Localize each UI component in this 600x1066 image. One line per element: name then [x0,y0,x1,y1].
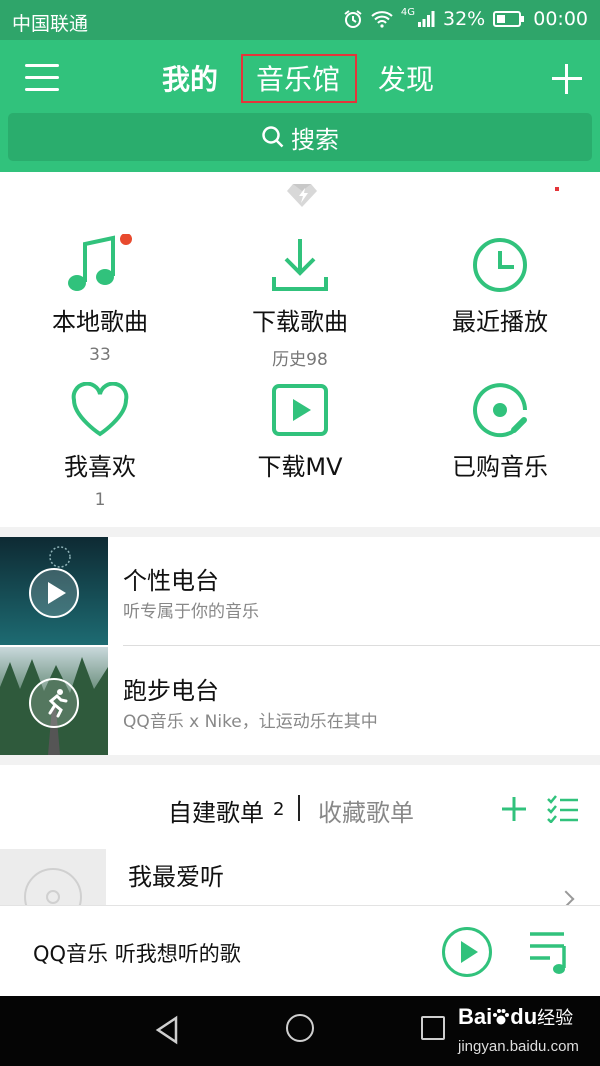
alarm-icon [344,10,362,28]
notification-dot [555,187,559,191]
watermark-brand-2: du [510,1004,538,1029]
purchased-disc-icon [473,383,527,438]
radio-section: 个性电台 听专属于你的音乐 跑步电台 QQ音乐 x Nike，让运动乐在其中 [0,537,600,755]
add-button[interactable] [552,64,582,94]
home-icon[interactable] [286,1014,314,1042]
carrier-name: 中国联通 [12,13,89,35]
wifi-icon [371,11,393,28]
grid-sub: 33 [89,345,111,365]
menu-button[interactable] [25,62,59,92]
playlist-section: 自建歌单 2 收藏歌单 我最爱听 [0,765,600,909]
music-note-icon [68,234,132,291]
grid-recent-play[interactable]: 最近播放 [400,232,600,337]
playlist-item[interactable]: 我最爱听 [0,849,600,909]
radio-title: 个性电台 [123,567,219,595]
battery-icon [493,11,525,27]
manage-list-icon[interactable] [546,795,580,823]
grid-sub: 1 [94,490,106,510]
grid-label: 已购音乐 [452,453,548,481]
recent-apps-icon[interactable] [421,1016,445,1040]
grid-label: 最近播放 [452,308,548,336]
radio-thumbnail [0,537,108,645]
grid-purchased-music[interactable]: 已购音乐 [400,377,600,482]
search-icon [262,126,284,148]
grid-download-mv[interactable]: 下载MV [200,377,400,482]
my-music-panel: 本地歌曲 33 下载歌曲 历史98 最近播放 我喜欢 1 下载MV 已购音乐 [0,172,600,527]
tab-self-playlists[interactable]: 自建歌单 [168,793,264,828]
menu-icon-bar [25,76,59,79]
radio-running[interactable]: 跑步电台 QQ音乐 x Nike，让运动乐在其中 [0,647,600,755]
playlist-name: 我最爱听 [128,863,224,891]
grid-sub: 历史98 [272,350,328,370]
clock-time: 00:00 [533,8,588,30]
radio-cover-image [0,537,108,645]
menu-icon-bar [25,88,59,91]
paw-icon [493,1009,510,1025]
back-icon[interactable] [154,1015,180,1045]
watermark-cn: 经验 [537,1008,574,1029]
playlist-tabs: 自建歌单 2 收藏歌单 [0,789,600,829]
tab-separator [298,795,300,821]
download-icon [272,239,328,291]
watermark-brand: Bai [458,1004,493,1029]
tab-favorite-playlists[interactable]: 收藏歌单 [318,793,414,828]
search-bar[interactable]: 搜索 [8,113,592,161]
mv-play-icon [272,384,328,436]
radio-title: 跑步电台 [123,677,219,705]
radio-personal[interactable]: 个性电台 听专属于你的音乐 [0,537,600,646]
signal-icon [418,11,435,27]
grid-label: 下载歌曲 [252,308,348,336]
heart-icon [71,382,129,437]
app-header: 我的 音乐馆 发现 搜索 [0,40,600,172]
radio-cover-image [0,647,108,755]
player-track-text: QQ音乐 听我想听的歌 [33,942,241,966]
add-playlist-icon[interactable] [500,795,528,823]
status-bar: 中国联通 4G 32% 00:00 [0,0,600,40]
radio-thumbnail [0,647,108,755]
grid-local-songs[interactable]: 本地歌曲 33 [0,232,200,365]
playlist-queue-icon[interactable] [528,928,574,976]
search-label: 搜索 [291,125,339,154]
watermark-url: jingyan.baidu.com [458,1038,579,1055]
baidu-watermark: Bai du经验 jingyan.baidu.com [458,1004,579,1055]
grid-downloaded-songs[interactable]: 下载歌曲 历史98 [200,232,400,370]
network-type: 4G [400,6,415,18]
grid-label: 本地歌曲 [52,308,148,336]
self-playlist-count: 2 [273,799,285,820]
grid-my-favorites[interactable]: 我喜欢 1 [0,377,200,510]
clock-icon [473,238,527,292]
mini-player[interactable]: QQ音乐 听我想听的歌 [0,905,600,996]
grid-label: 下载MV [257,453,343,481]
highlight-box [241,54,357,103]
diamond-vip-icon[interactable] [286,182,318,208]
menu-icon [25,64,59,67]
disc-placeholder-icon [24,868,82,909]
grid-label: 我喜欢 [64,453,136,481]
tab-discover[interactable]: 发现 [378,58,434,98]
playlist-cover [0,849,106,909]
tab-my[interactable]: 我的 [162,58,218,98]
radio-subtitle: 听专属于你的音乐 [123,602,259,622]
battery-percent: 32% [443,8,486,30]
divider [123,645,600,646]
play-button[interactable] [441,926,493,978]
radio-subtitle: QQ音乐 x Nike，让运动乐在其中 [123,712,378,732]
